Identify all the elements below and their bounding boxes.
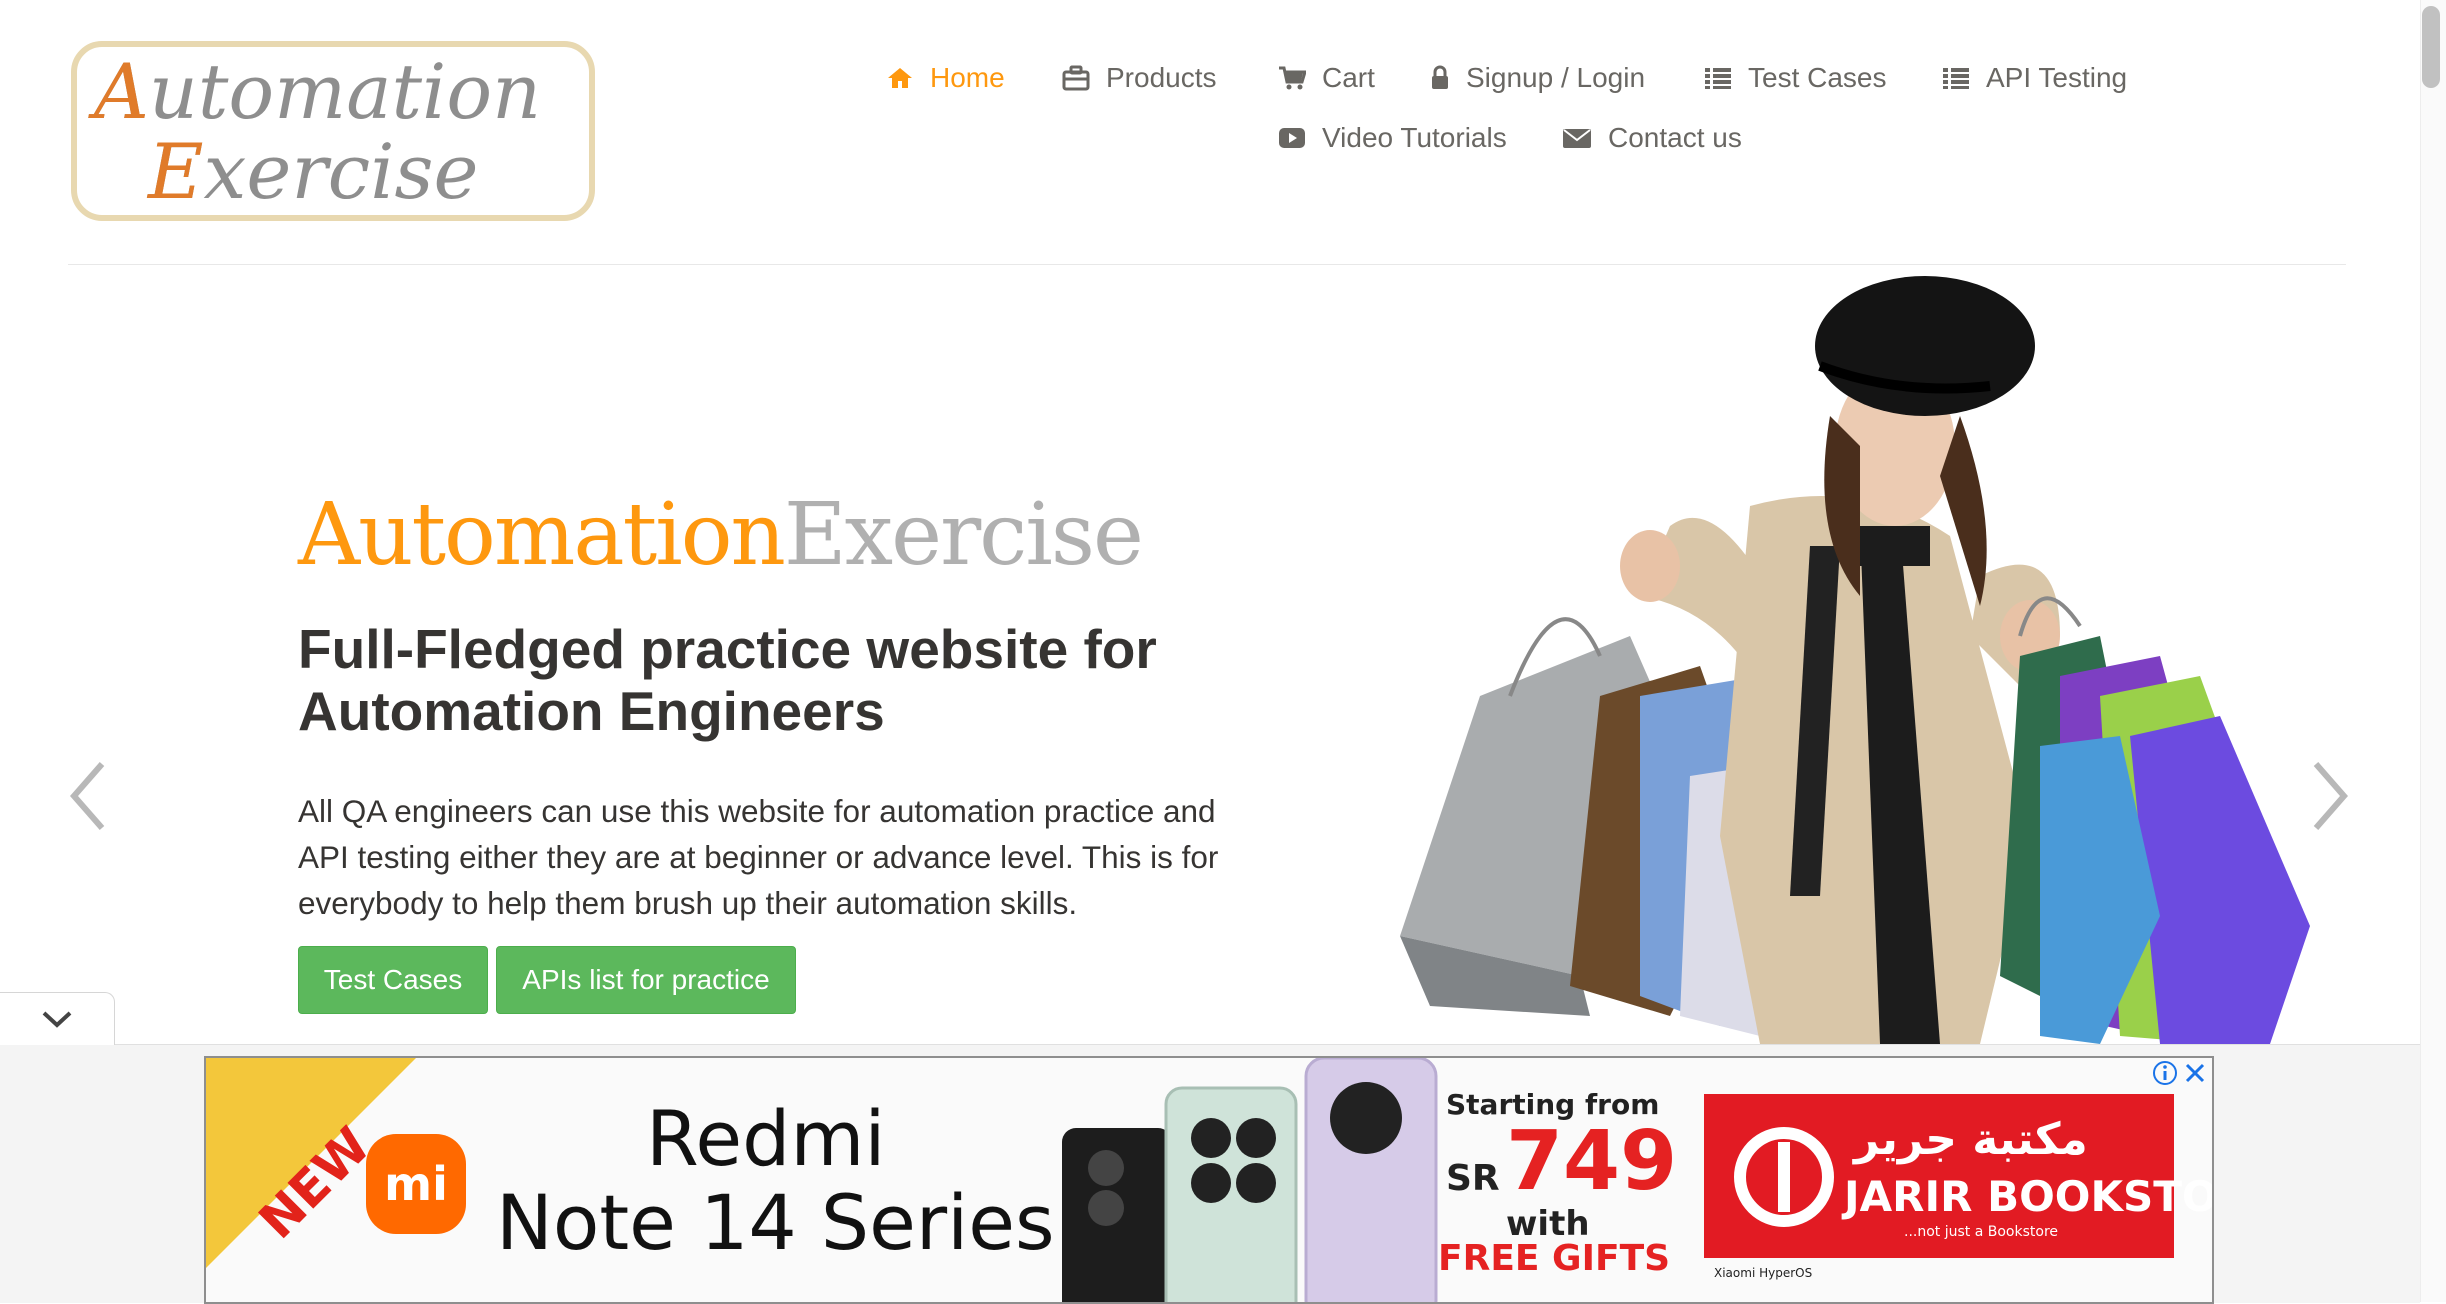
ad-close-icon[interactable] [2182, 1060, 2208, 1086]
jarir-arabic-name: مكتبة جرير [1854, 1114, 2088, 1165]
nav-cart-label: Cart [1322, 62, 1375, 93]
hero-title: AutomationExercise [298, 492, 1144, 578]
nav-contact-us-label: Contact us [1608, 122, 1742, 153]
jarir-bookstore-logo: مكتبة جرير JARIR BOOKSTORE ...not just a… [1704, 1094, 2212, 1258]
ad-info-icon[interactable] [2152, 1060, 2178, 1086]
nav-test-cases-label: Test Cases [1748, 62, 1887, 93]
hero-title-part2: Exercise [783, 485, 1144, 585]
apis-list-button[interactable]: APIs list for practice [496, 946, 796, 1014]
home-icon [888, 68, 912, 88]
chevron-down-icon [42, 1011, 72, 1028]
list-icon [1943, 68, 1969, 89]
nav-signup-login[interactable]: Signup / Login [1430, 62, 1645, 94]
list-icon [1705, 68, 1731, 89]
youtube-play-icon [1279, 128, 1305, 148]
nav-contact-us[interactable]: Contact us [1562, 122, 1742, 154]
hero-shopping-girl-image [1400, 276, 2310, 1044]
briefcase-icon [1062, 65, 1090, 91]
hero-heading: Full-Fledged practice website for Automa… [298, 618, 1157, 742]
envelope-icon [1563, 129, 1591, 148]
hero-description: All QA engineers can use this website fo… [298, 793, 1219, 921]
carousel-prev-arrow-icon[interactable] [62, 756, 122, 836]
ad-powered-by: Xiaomi HyperOS [1714, 1266, 1813, 1280]
ad-price: 749 [1506, 1114, 1678, 1209]
ad-collapse-toggle[interactable] [0, 992, 115, 1045]
cart-icon [1279, 66, 1306, 90]
nav-video-tutorials-label: Video Tutorials [1322, 122, 1507, 153]
page-scrollbar[interactable] [2420, 0, 2446, 1302]
nav-signup-login-label: Signup / Login [1466, 62, 1646, 93]
ad-free-gifts: FREE GIFTS [1438, 1238, 1671, 1279]
nav-cart[interactable]: Cart [1278, 62, 1375, 94]
nav-home[interactable]: Home [886, 62, 1005, 94]
header-divider [68, 264, 2346, 265]
site-logo[interactable]: Automation Exercise A E [70, 40, 596, 222]
scrollbar-thumb[interactable] [2422, 6, 2440, 88]
test-cases-button[interactable]: Test Cases [298, 946, 488, 1014]
jarir-emblem-icon [1734, 1127, 1834, 1227]
ad-title-line2: Note 14 Series [496, 1178, 1055, 1267]
nav-home-label: Home [930, 62, 1005, 93]
logo-letter-a: A [88, 47, 149, 136]
logo-letter-e: E [146, 127, 203, 216]
jarir-english-name: JARIR BOOKSTORE [1844, 1172, 2212, 1221]
nav-video-tutorials[interactable]: Video Tutorials [1278, 122, 1507, 154]
ad-currency: SR [1446, 1158, 1500, 1199]
nav-api-testing[interactable]: API Testing [1942, 62, 2127, 94]
ad-title-line1: Redmi [646, 1094, 886, 1183]
lock-icon [1432, 65, 1448, 89]
nav-products-label: Products [1106, 62, 1217, 93]
mi-logo: mi [366, 1134, 466, 1234]
nav-products[interactable]: Products [1062, 62, 1217, 94]
nav-api-testing-label: API Testing [1986, 62, 2128, 93]
hero-title-part1: Automation [298, 485, 786, 585]
logo-line1: Automation [88, 47, 541, 136]
nav-test-cases[interactable]: Test Cases [1704, 62, 1887, 94]
jarir-tagline: ...not just a Bookstore [1904, 1224, 2059, 1240]
advertisement-banner[interactable]: NEW mi Redmi Note 14 Series Starting fro… [204, 1056, 2214, 1304]
